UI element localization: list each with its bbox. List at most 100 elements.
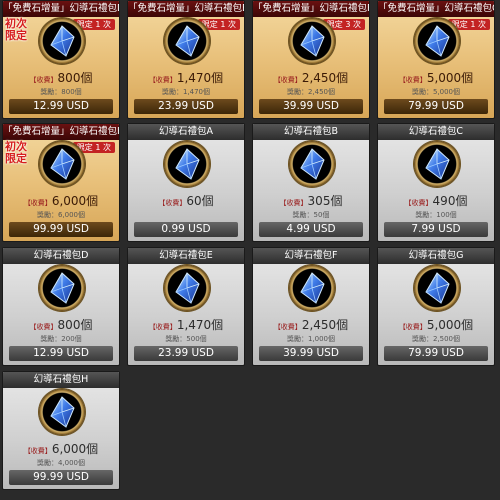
pack-card[interactable]: 幻導石禮包F 【收費】2,450個 獎勵：1,000個 39.99 USD [252,247,370,366]
stone-amount: 【收費】800個 [3,69,119,86]
amount-value: 60個 [186,194,214,208]
bonus-text: 獎勵：1,470個 [161,88,211,96]
buy-price-button[interactable]: 39.99 USD [259,99,363,114]
amount-value: 1,470個 [176,318,224,332]
buy-price-button[interactable]: 39.99 USD [259,346,363,361]
pack-card[interactable]: 幻導石禮包G 【收費】5,000個 獎勵：2,500個 79.99 USD [377,247,495,366]
paid-tag: 【收費】 [398,76,427,84]
stone-amount: 【收費】490個 [378,192,494,209]
amount-value: 2,450個 [301,318,349,332]
buy-price-button[interactable]: 79.99 USD [384,99,488,114]
paid-tag: 【收費】 [158,199,187,207]
stone-amount: 【收費】800個 [3,316,119,333]
buy-price-button[interactable]: 7.99 USD [384,222,488,237]
shop-grid: 「免費石增量」幻導石禮包D 限定 1 次初次限定 【收費】800個 獎勵：800個 1… [0,0,500,500]
gem-frame [414,265,460,311]
blue-crystal-icon [300,148,325,180]
paid-tag: 【收費】 [23,447,52,455]
stone-amount: 【收費】6,000個 [3,192,119,209]
pack-card[interactable]: 幻導石禮包C 【收費】490個 獎勵：100個 7.99 USD [377,123,495,242]
pack-title: 幻導石禮包G [378,248,494,264]
buy-price-button[interactable]: 12.99 USD [9,346,113,361]
amount-value: 305個 [307,194,343,208]
pack-card[interactable]: 「免費石增量」幻導石禮包D 限定 1 次初次限定 【收費】800個 獎勵：800個 1… [2,0,120,119]
paid-tag: 【收費】 [148,76,177,84]
gem-frame [39,389,85,435]
paid-tag: 【收費】 [23,199,52,207]
bonus-text: 獎勵：2,500個 [411,335,461,343]
gem-frame [164,141,210,187]
bonus-text: 獎勵：2,450個 [286,88,336,96]
pack-card[interactable]: 「免費石增量」幻導石禮包H 限定 1 次初次限定 【收費】6,000個 獎勵：6,0… [2,123,120,242]
stone-amount: 【收費】1,470個 [128,69,244,86]
stone-amount: 【收費】2,450個 [253,69,369,86]
buy-price-button[interactable]: 12.99 USD [9,99,113,114]
blue-crystal-icon [425,148,450,180]
bonus-text: 獎勵：6,000個 [36,211,86,219]
paid-tag: 【收費】 [273,323,302,331]
gem-frame [39,265,85,311]
paid-tag: 【收費】 [404,199,433,207]
gem-frame [164,18,210,64]
buy-price-button[interactable]: 4.99 USD [259,222,363,237]
pack-title: 幻導石禮包D [3,248,119,264]
stone-amount: 【收費】5,000個 [378,69,494,86]
gem-frame [289,18,335,64]
amount-value: 5,000個 [426,318,474,332]
pack-title: 「免費石增量」幻導石禮包F [253,1,369,17]
pack-card[interactable]: 「免費石增量」幻導石禮包E 限定 1 次 【收費】1,470個 獎勵：1,470個 2… [127,0,245,119]
stone-amount: 【收費】60個 [128,192,244,209]
pack-card[interactable]: 幻導石禮包D 【收費】800個獎勵：200個 12.99 USD [2,247,120,366]
pack-title: 「免費石增量」幻導石禮包E [128,1,244,17]
bonus-text: 獎勵：200個 [40,335,82,343]
amount-value: 1,470個 [176,71,224,85]
amount-value: 6,000個 [51,194,99,208]
pack-card[interactable]: 幻導石禮包H 【收費】6,000個 獎勵：4,000個 99.99 USD [2,371,120,490]
buy-price-button[interactable]: 23.99 USD [134,99,238,114]
pack-card[interactable]: 幻導石禮包B 【收費】305個 獎勵：50個 4.99 USD [252,123,370,242]
paid-tag: 【收費】 [148,323,177,331]
blue-crystal-icon [50,396,75,428]
paid-tag: 【收費】 [29,323,58,331]
bonus-text: 獎勵：50個 [292,211,330,219]
blue-crystal-icon [425,25,450,57]
pack-title: 幻導石禮包E [128,248,244,264]
pack-title: 幻導石禮包H [3,372,119,388]
stone-amount: 【收費】2,450個 [253,316,369,333]
pack-card[interactable]: 「免費石增量」幻導石禮包G 限定 1 次 【收費】5,000個 獎勵：5,000個 7… [377,0,495,119]
pack-title: 幻導石禮包C [378,124,494,140]
pack-title: 幻導石禮包A [128,124,244,140]
blue-crystal-icon [300,272,325,304]
pack-title: 「免費石增量」幻導石禮包D [3,1,119,17]
buy-price-button[interactable]: 99.99 USD [9,222,113,237]
buy-price-button[interactable]: 79.99 USD [384,346,488,361]
amount-value: 800個 [57,71,93,85]
blue-crystal-icon [50,25,75,57]
pack-card[interactable]: 「免費石增量」幻導石禮包F 限定 3 次 【收費】2,450個 獎勵：2,450個 3… [252,0,370,119]
blue-crystal-icon [175,272,200,304]
blue-crystal-icon [175,25,200,57]
pack-card[interactable]: 幻導石禮包A 【收費】60個 0.99 USD [127,123,245,242]
pack-title: 幻導石禮包B [253,124,369,140]
pack-card[interactable]: 幻導石禮包E 【收費】1,470個獎勵：500個 23.99 USD [127,247,245,366]
paid-tag: 【收費】 [29,76,58,84]
buy-price-button[interactable]: 99.99 USD [9,470,113,485]
bonus-text: 獎勵：5,000個 [411,88,461,96]
gem-frame [414,18,460,64]
stone-amount: 【收費】1,470個 [128,316,244,333]
first-time-badge: 初次限定 [5,17,27,42]
blue-crystal-icon [50,272,75,304]
buy-price-button[interactable]: 0.99 USD [134,222,238,237]
stone-amount: 【收費】6,000個 [3,440,119,457]
bonus-text: 獎勵：500個 [165,335,207,343]
pack-title: 「免費石增量」幻導石禮包H [3,124,119,140]
gem-frame [39,141,85,187]
gem-frame [164,265,210,311]
amount-value: 2,450個 [301,71,349,85]
amount-value: 490個 [432,194,468,208]
blue-crystal-icon [175,148,200,180]
amount-value: 800個 [57,318,93,332]
buy-price-button[interactable]: 23.99 USD [134,346,238,361]
bonus-text: 獎勵：1,000個 [286,335,336,343]
gem-frame [289,141,335,187]
